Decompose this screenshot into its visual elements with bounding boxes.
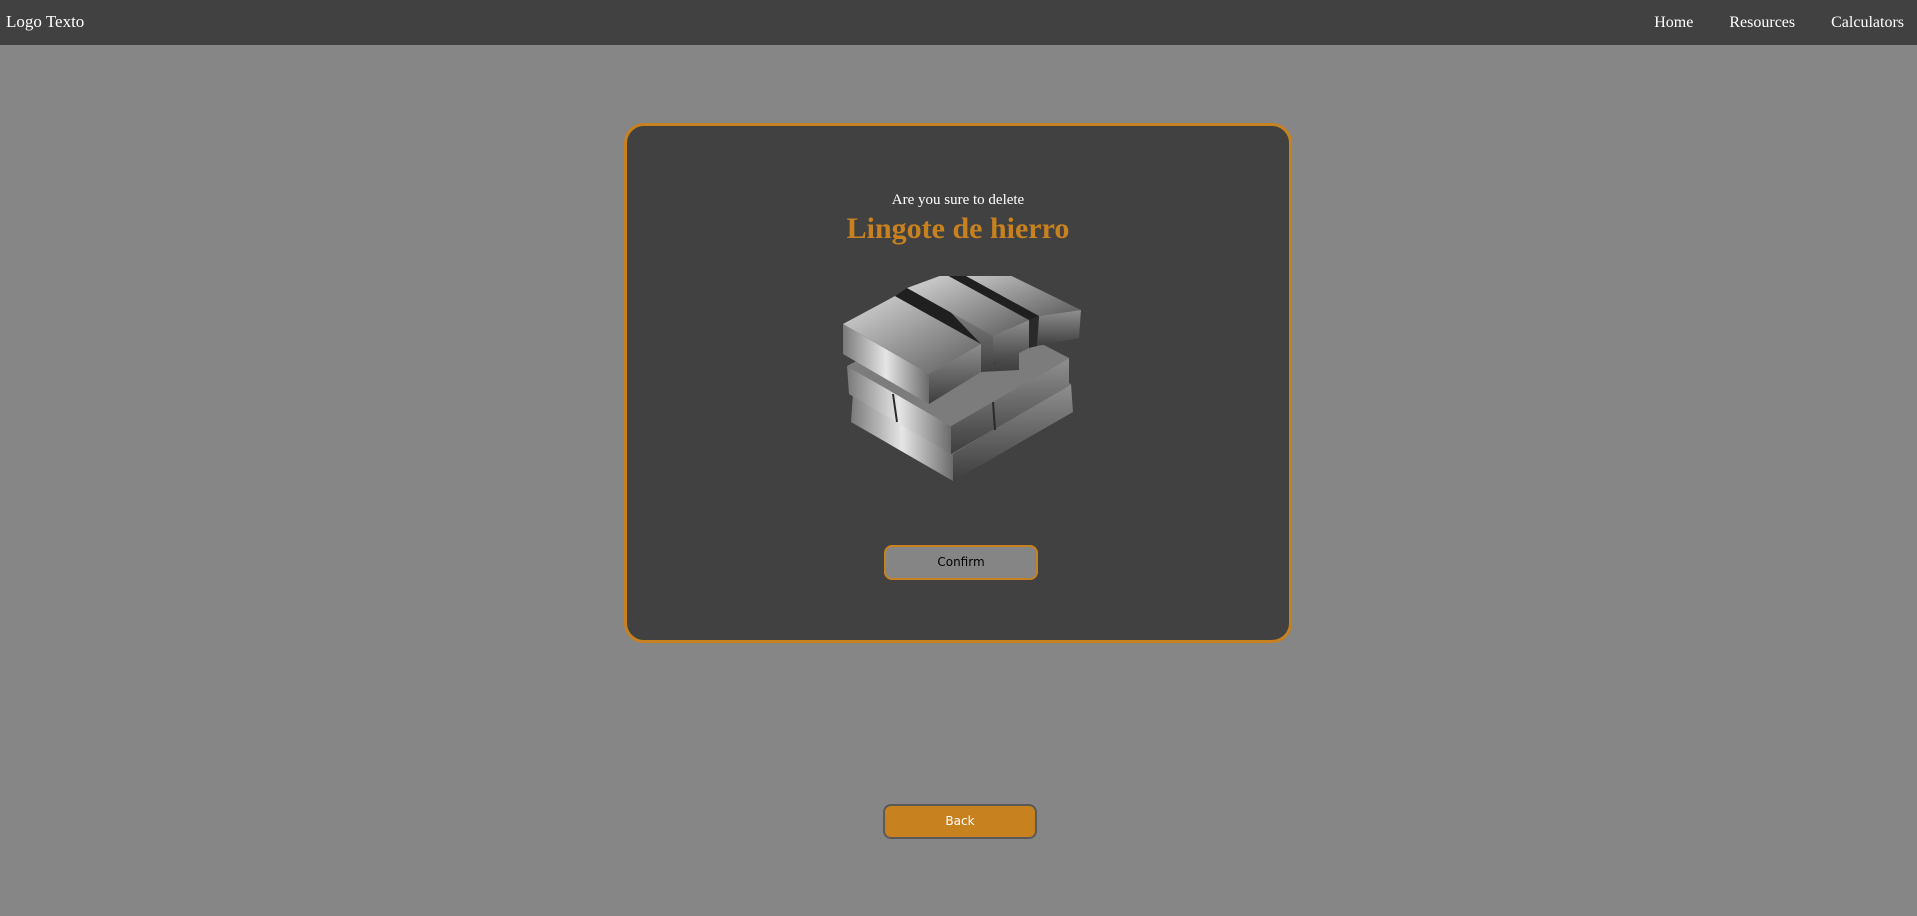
nav-link-home[interactable]: Home (1654, 14, 1693, 32)
top-navbar: Logo Texto Home Resources Calculators (0, 0, 1917, 45)
delete-prompt: Are you sure to delete (891, 192, 1025, 208)
nav-link-calculators[interactable]: Calculators (1831, 14, 1904, 32)
item-name: Lingote de hierro (846, 212, 1070, 245)
logo-text[interactable]: Logo Texto (6, 13, 84, 31)
iron-ingot-image (843, 276, 1081, 481)
back-button[interactable]: Back (883, 804, 1037, 839)
nav-link-resources[interactable]: Resources (1729, 14, 1795, 32)
nav-links: Home Resources Calculators (1618, 14, 1904, 32)
delete-confirmation-card: Are you sure to delete Lingote de hierro (624, 123, 1292, 643)
confirm-button[interactable]: Confirm (884, 545, 1038, 580)
